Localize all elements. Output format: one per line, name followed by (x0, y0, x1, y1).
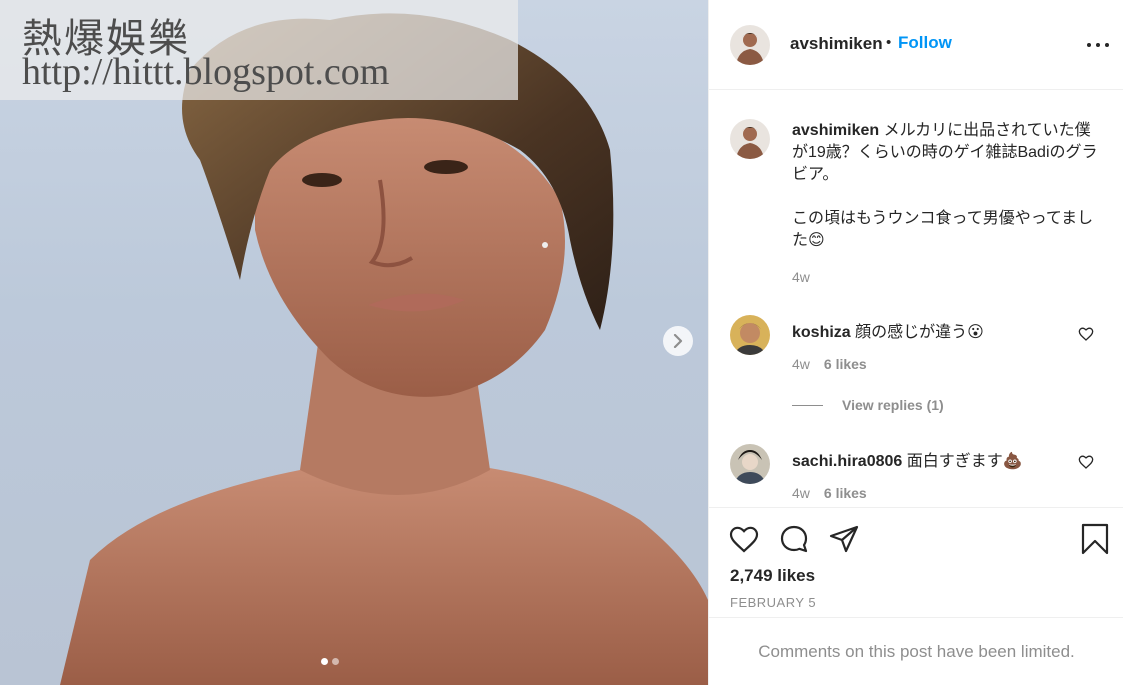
carousel-dot (332, 658, 339, 665)
comment-likes[interactable]: 6 likes (824, 356, 867, 372)
photo-image (60, 13, 708, 685)
comment-text: koshiza 顔の感じが違う😮 (792, 318, 984, 342)
comment-body: 顔の感じが違う😮 (855, 324, 984, 341)
post-author-username[interactable]: avshimiken (790, 34, 883, 54)
carousel-dot-active (321, 658, 328, 665)
avatar[interactable] (730, 25, 770, 65)
comment-timestamp[interactable]: 4w (792, 356, 810, 372)
watermark-url: http://hittt.blogspot.com (22, 51, 390, 93)
heart-icon[interactable] (1078, 326, 1094, 342)
caption-username[interactable]: avshimiken (792, 122, 879, 139)
comment-meta: 4w 6 likes (792, 356, 867, 372)
post-photo[interactable]: 熱爆娛樂 http://hittt.blogspot.com (0, 0, 708, 685)
comment-body: 面白すぎます💩 (906, 453, 1023, 470)
separator-dot: • (886, 34, 892, 51)
comment-icon[interactable] (778, 523, 810, 555)
carousel-indicator (321, 658, 339, 665)
replies-divider (792, 404, 823, 406)
likes-count[interactable]: 2,749 likes (730, 566, 815, 586)
comment-likes[interactable]: 6 likes (824, 485, 867, 501)
comment-timestamp[interactable]: 4w (792, 485, 810, 501)
post-actions: 2,749 likes FEBRUARY 5 (709, 507, 1123, 618)
carousel-next-button[interactable] (663, 326, 693, 356)
watermark: 熱爆娛樂 http://hittt.blogspot.com (0, 0, 518, 100)
comment-meta: 4w 6 likes (792, 485, 867, 501)
more-options-icon[interactable] (1087, 35, 1109, 55)
avatar[interactable] (730, 315, 770, 355)
more-dot (1096, 43, 1100, 47)
post-date[interactable]: FEBRUARY 5 (730, 595, 816, 610)
post-header: avshimiken • Follow (709, 0, 1123, 90)
view-replies-label: View replies (1) (842, 397, 944, 413)
comments-limited-notice: Comments on this post have been limited. (709, 617, 1123, 686)
comment-username[interactable]: sachi.hira0806 (792, 453, 902, 470)
avatar[interactable] (730, 119, 770, 159)
caption-timestamp[interactable]: 4w (792, 269, 810, 285)
heart-icon[interactable] (728, 523, 760, 555)
follow-button[interactable]: Follow (898, 33, 952, 53)
caption-text: avshimiken メルカリに出品されていた僕が19歳？くらいの時のゲイ雑誌B… (792, 120, 1102, 252)
bookmark-icon[interactable] (1079, 523, 1111, 555)
view-replies-button[interactable]: View replies (1) (792, 397, 944, 413)
comment-username[interactable]: koshiza (792, 324, 851, 341)
caption-body: メルカリに出品されていた僕が19歳？くらいの時のゲイ雑誌Badiのグラビア。 こ… (792, 122, 1098, 249)
more-dot (1087, 43, 1091, 47)
more-dot (1105, 43, 1109, 47)
share-icon[interactable] (828, 523, 860, 555)
heart-icon[interactable] (1078, 454, 1094, 470)
avatar[interactable] (730, 444, 770, 484)
comment-text: sachi.hira0806 面白すぎます💩 (792, 447, 1023, 471)
chevron-right-icon (673, 334, 683, 348)
post-side-panel: avshimiken • Follow avshimiken メルカリに出品され… (708, 0, 1123, 685)
